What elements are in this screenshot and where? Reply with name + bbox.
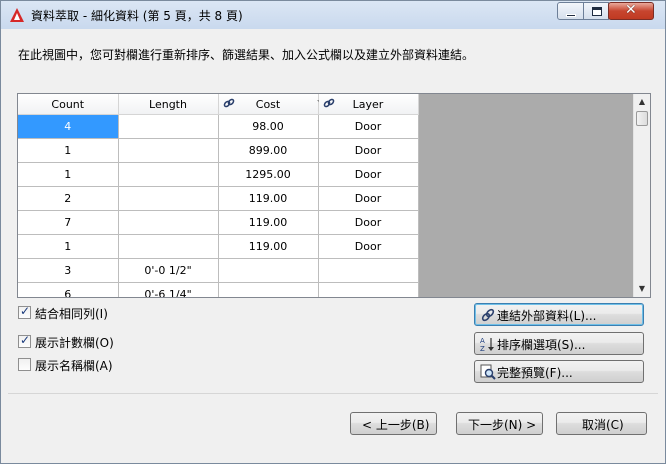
cell-cost[interactable]: 119.00 (218, 234, 319, 259)
cell-cost[interactable]: 98.00 (218, 114, 319, 139)
magnifier-icon (480, 364, 496, 380)
svg-text:Z: Z (480, 345, 485, 352)
cell-length[interactable] (118, 210, 219, 235)
table-row[interactable]: 7 119.00 Door (18, 210, 419, 235)
column-header-label: Length (149, 97, 187, 111)
cell-count[interactable]: 1 (18, 234, 119, 259)
combine-rows-label[interactable]: 結合相同列(I) (35, 305, 108, 322)
scroll-down-arrow-icon[interactable]: ▼ (634, 281, 650, 297)
cell-length[interactable] (118, 234, 219, 259)
show-name-checkbox[interactable] (18, 358, 31, 371)
scroll-up-arrow-icon[interactable]: ▲ (634, 94, 650, 110)
cell-cost[interactable]: 1295.00 (218, 162, 319, 187)
grid-vertical-scrollbar[interactable]: ▲ ▼ (633, 94, 650, 297)
dialog-body: 在此視圖中，您可對欄進行重新排序、篩選結果、加入公式欄以及建立外部資料連結。 C… (8, 30, 658, 458)
checkmark-icon: ✓ (20, 304, 31, 318)
minimize-button[interactable] (557, 2, 584, 20)
scroll-thumb[interactable] (636, 111, 648, 126)
cell-count[interactable]: 4 (18, 114, 119, 139)
autocad-icon (10, 8, 24, 22)
link-icon (323, 98, 334, 108)
column-header-label: Layer (352, 97, 384, 111)
cell-length[interactable]: 0'-6 1/4" (118, 282, 219, 297)
show-count-label[interactable]: 展示計數欄(O) (35, 334, 114, 351)
cell-length[interactable] (118, 186, 219, 211)
cell-cost[interactable]: 119.00 (218, 186, 319, 211)
window-title: 資料萃取 - 細化資料 (第 5 頁，共 8 頁) (31, 9, 243, 23)
close-button[interactable]: ✕ (608, 2, 654, 20)
cell-count[interactable]: 1 (18, 162, 119, 187)
cancel-button[interactable]: 取消(C) (556, 412, 647, 435)
title-bar[interactable]: 資料萃取 - 細化資料 (第 5 頁，共 8 頁) ✕ (1, 1, 665, 29)
cell-count[interactable]: 7 (18, 210, 119, 235)
sort-columns-button[interactable]: A Z 排序欄選項(S)... (474, 332, 644, 355)
cell-cost[interactable] (218, 282, 319, 297)
cell-layer[interactable]: Door (318, 186, 419, 211)
cell-layer[interactable]: Door (318, 162, 419, 187)
link-icon (481, 308, 495, 322)
link-icon (223, 98, 234, 108)
cell-length[interactable] (118, 138, 219, 163)
cell-layer[interactable]: Door (318, 138, 419, 163)
cancel-button-label: 取消(C) (582, 418, 624, 432)
show-name-label[interactable]: 展示名稱欄(A) (35, 357, 113, 374)
maximize-button[interactable] (583, 2, 609, 20)
table-row[interactable]: 1 119.00 Door (18, 234, 419, 259)
cell-count[interactable]: 2 (18, 186, 119, 211)
back-button-label: < 上一步(B) (362, 418, 430, 432)
sort-icon: A Z (480, 337, 494, 352)
cell-layer[interactable] (318, 282, 419, 297)
column-header-label: Count (51, 97, 85, 111)
back-button[interactable]: < 上一步(B) (350, 412, 437, 435)
sort-columns-label: 排序欄選項(S)... (497, 338, 586, 352)
column-header-length[interactable]: Length (118, 94, 219, 115)
table-row[interactable]: 2 119.00 Door (18, 186, 419, 211)
cell-layer[interactable]: Door (318, 210, 419, 235)
cell-length[interactable] (118, 114, 219, 139)
cell-layer[interactable]: Door (318, 234, 419, 259)
cell-length[interactable]: 0'-0 1/2" (118, 258, 219, 283)
link-external-data-button[interactable]: 連結外部資料(L)... (474, 303, 644, 326)
table-row[interactable]: 3 0'-0 1/2" (18, 258, 419, 283)
data-grid[interactable]: Count Length Cost Layer 4 98.00 Door 1 8… (17, 93, 651, 298)
table-row[interactable]: 4 98.00 Door (18, 114, 419, 139)
close-icon: ✕ (625, 2, 637, 18)
table-row[interactable]: 1 899.00 Door (18, 138, 419, 163)
minimize-icon (566, 14, 576, 17)
table-row[interactable]: 1 1295.00 Door (18, 162, 419, 187)
next-button-label: 下一步(N) > (468, 418, 537, 432)
maximize-icon (592, 7, 602, 16)
combine-rows-checkbox[interactable]: ✓ (18, 304, 31, 319)
cell-count[interactable]: 6 (18, 282, 119, 297)
cell-count[interactable]: 1 (18, 138, 119, 163)
cell-layer[interactable]: Door (318, 114, 419, 139)
grid-table: Count Length Cost Layer 4 98.00 Door 1 8… (18, 94, 419, 297)
cell-cost[interactable]: 899.00 (218, 138, 319, 163)
dialog-window: 資料萃取 - 細化資料 (第 5 頁，共 8 頁) ✕ 在此視圖中，您可對欄進行… (0, 0, 666, 464)
footer-separator (8, 393, 658, 394)
cell-length[interactable] (118, 162, 219, 187)
cell-count[interactable]: 3 (18, 258, 119, 283)
cell-cost[interactable] (218, 258, 319, 283)
column-header-count[interactable]: Count (18, 94, 119, 115)
full-preview-button[interactable]: 完整預覽(F)... (474, 360, 644, 383)
show-count-checkbox[interactable]: ✓ (18, 333, 31, 348)
next-button[interactable]: 下一步(N) > (456, 412, 543, 435)
svg-text:A: A (480, 337, 485, 345)
cell-layer[interactable] (318, 258, 419, 283)
intro-text: 在此視圖中，您可對欄進行重新排序、篩選結果、加入公式欄以及建立外部資料連結。 (18, 48, 475, 62)
column-header-cost[interactable]: Cost (218, 94, 326, 115)
checkmark-icon: ✓ (20, 333, 31, 347)
full-preview-label: 完整預覽(F)... (497, 366, 573, 380)
table-row[interactable]: 6 0'-6 1/4" (18, 282, 419, 297)
grid-header-row: Count Length Cost Layer (18, 94, 419, 115)
column-header-label: Cost (255, 97, 281, 111)
column-header-layer[interactable]: Layer (318, 94, 419, 115)
link-external-data-label: 連結外部資料(L)... (497, 309, 597, 323)
cell-cost[interactable]: 119.00 (218, 210, 319, 235)
